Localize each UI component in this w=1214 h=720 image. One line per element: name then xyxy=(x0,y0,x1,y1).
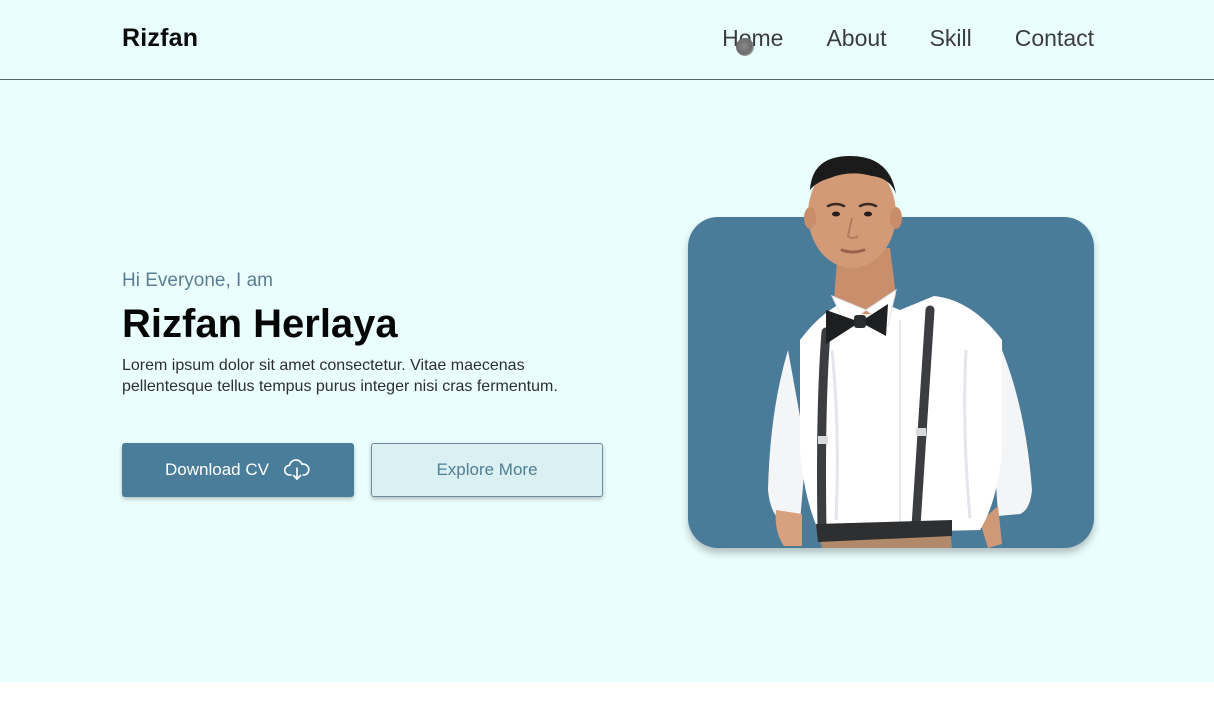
nav-links: Home About Skill Contact xyxy=(722,25,1094,52)
mouse-cursor-icon xyxy=(736,38,754,56)
download-cv-label: Download CV xyxy=(165,460,269,479)
page: Rizfan Home About Skill Contact Hi Every… xyxy=(0,0,1214,720)
portrait-illustration xyxy=(768,156,1032,548)
hero-name: Rizfan Herlaya xyxy=(122,302,398,346)
download-cv-button[interactable]: Download CV xyxy=(122,443,354,497)
hero-description: Lorem ipsum dolor sit amet consectetur. … xyxy=(122,357,558,395)
nav-link-about[interactable]: About xyxy=(826,25,886,51)
hero-greeting: Hi Everyone, I am xyxy=(122,270,273,291)
nav-link-contact[interactable]: Contact xyxy=(1015,25,1094,51)
logo[interactable]: Rizfan xyxy=(122,24,198,53)
nav-link-skill[interactable]: Skill xyxy=(930,25,972,51)
cloud-download-icon xyxy=(283,458,311,482)
navbar: Rizfan Home About Skill Contact xyxy=(0,0,1214,80)
explore-more-button[interactable]: Explore More xyxy=(371,443,603,497)
